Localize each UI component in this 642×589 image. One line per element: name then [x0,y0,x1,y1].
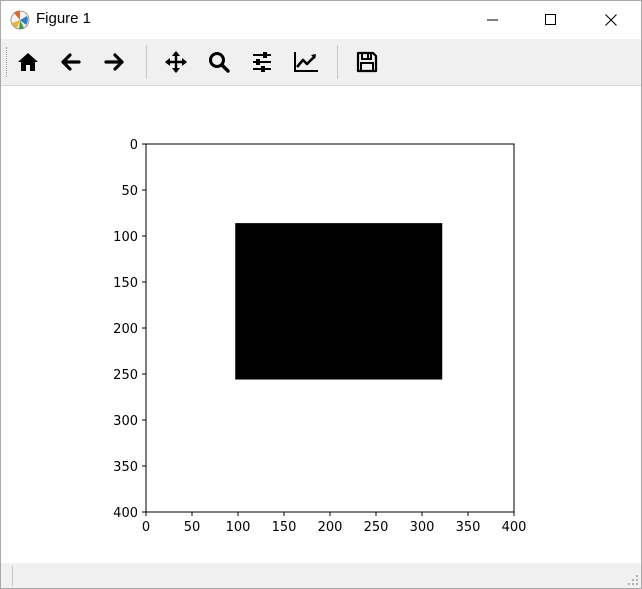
figure-canvas[interactable]: 0 50 100 150 200 250 300 350 400 0 50 100 150 200 250 3… [1,86,641,563]
x-tick-label: 400 [502,520,527,535]
toolbar-separator [146,45,147,79]
status-bar [1,563,641,588]
resize-grip-icon[interactable] [628,575,638,585]
image-plot: 0 50 100 150 200 250 300 350 400 0 50 100 150 200 250 3… [113,138,527,535]
y-tick-label: 400 [113,506,138,521]
figure-window: Figure 1 0 50 100 150 200 250 300 350 40… [0,0,642,589]
pan-button[interactable] [159,44,193,80]
y-tick-label: 250 [113,368,138,383]
line-chart-icon [294,52,318,72]
y-tick-label: 200 [113,322,138,337]
close-button[interactable] [588,1,634,39]
home-icon [18,53,38,71]
y-tick-label: 300 [113,414,138,429]
maximize-icon [545,14,556,25]
image-region-0 [235,223,443,380]
y-tick-label: 150 [113,276,138,291]
maximize-button[interactable] [528,1,574,39]
x-tick-label: 250 [364,520,389,535]
y-tick-label: 350 [113,460,138,475]
arrow-left-icon [61,53,81,71]
x-tick-label: 100 [226,520,251,535]
y-tick-label: 50 [121,184,138,199]
y-tick-label: 0 [130,138,138,153]
navigation-toolbar [1,39,641,86]
zoom-button[interactable] [202,44,236,80]
status-separator [12,566,13,586]
x-tick-label: 0 [142,520,150,535]
x-tick-label: 150 [272,520,297,535]
x-tick-label: 200 [318,520,343,535]
window-title: Figure 1 [36,10,92,27]
forward-button[interactable] [97,44,131,80]
minimize-button[interactable] [470,1,516,39]
magnifier-icon [209,52,230,73]
save-button[interactable] [350,44,384,80]
back-button[interactable] [54,44,88,80]
x-tick-label: 350 [456,520,481,535]
arrow-right-icon [104,53,124,71]
toolbar-grip[interactable] [6,47,9,77]
y-tick-label: 100 [113,230,138,245]
sliders-icon [253,52,271,72]
title-bar[interactable]: Figure 1 [1,1,641,39]
x-tick-label: 50 [184,520,201,535]
minimize-icon [487,19,498,21]
customize-button[interactable] [288,44,322,80]
toolbar-separator [337,45,338,79]
matplotlib-app-icon [10,10,30,30]
close-icon [605,14,617,26]
x-tick-label: 300 [410,520,435,535]
move-icon [165,51,187,73]
home-button[interactable] [11,44,45,80]
floppy-disk-icon [356,51,378,73]
subplots-button[interactable] [245,44,279,80]
